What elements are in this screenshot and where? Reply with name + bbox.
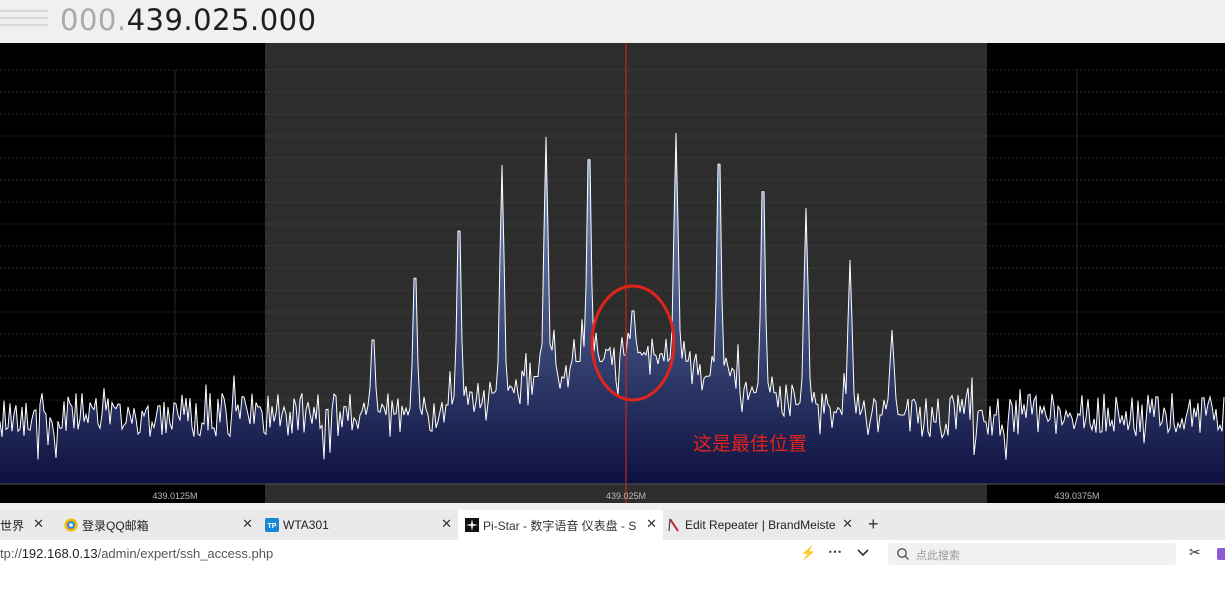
more-icon[interactable]: ⋯ — [828, 543, 842, 560]
close-icon[interactable]: ✕ — [33, 516, 44, 532]
close-icon[interactable]: ✕ — [646, 516, 657, 532]
extension-icon[interactable] — [1217, 548, 1225, 560]
address-bar: tp://192.168.0.13/admin/expert/ssh_acces… — [0, 540, 1225, 568]
scissors-icon[interactable]: ✂ — [1189, 544, 1201, 561]
close-icon[interactable]: ✕ — [441, 516, 452, 532]
tab-label: Pi-Star - 数字语音 仪表盘 - S — [483, 518, 637, 533]
search-icon — [897, 548, 909, 560]
browser-tab-bar: 世界 ✕ 登录QQ邮箱 ✕ TP WTA301 ✕ Pi-Star - 数字语音… — [0, 510, 1225, 540]
tab-world[interactable]: 世界 ✕ — [0, 510, 50, 540]
freq-label-left: 439.0125M — [152, 491, 197, 501]
tab-label: Edit Repeater | BrandMeiste — [685, 518, 836, 532]
url-prefix: tp:// — [0, 546, 22, 561]
frequency-value: 439.025.000 — [126, 3, 317, 37]
tab-brandmeister[interactable]: Edit Repeater | BrandMeiste ✕ — [660, 510, 859, 540]
annotation-text: 这是最佳位置 — [693, 433, 807, 455]
tab-label: WTA301 — [283, 518, 329, 532]
spectrum-display[interactable]: 这是最佳位置 439.0125M 439.025M 439.0375M — [0, 43, 1225, 503]
tab-wta301[interactable]: TP WTA301 ✕ — [259, 510, 458, 540]
svg-text:TP: TP — [268, 523, 277, 530]
frequency-leading-zeros: 000. — [60, 3, 127, 37]
url-path: /admin/expert/ssh_access.php — [97, 546, 274, 561]
drag-handle[interactable] — [0, 10, 48, 32]
new-tab-button[interactable]: + — [868, 514, 879, 535]
search-placeholder: 点此搜索 — [916, 550, 960, 562]
frequency-bar: 000.439.025.000 — [0, 0, 1225, 43]
tab-qq-mail[interactable]: 登录QQ邮箱 ✕ — [58, 510, 259, 540]
chevron-down-icon[interactable] — [857, 549, 869, 557]
tab-label: 登录QQ邮箱 — [82, 518, 149, 533]
url-field[interactable]: tp://192.168.0.13/admin/expert/ssh_acces… — [0, 546, 273, 561]
url-host: 192.168.0.13 — [21, 546, 98, 561]
search-input[interactable]: 点此搜索 — [888, 543, 1176, 565]
tab-label: 世界 — [0, 518, 25, 533]
freq-label-center: 439.025M — [606, 491, 646, 501]
tab-pi-star[interactable]: Pi-Star - 数字语音 仪表盘 - S ✕ — [458, 510, 663, 540]
close-icon[interactable]: ✕ — [242, 516, 253, 532]
qq-mail-icon — [64, 518, 78, 532]
lightning-icon[interactable]: ⚡ — [800, 545, 816, 561]
tp-link-icon: TP — [265, 518, 279, 532]
page-content — [0, 568, 1225, 598]
pi-star-icon — [465, 518, 479, 532]
brandmeister-icon — [668, 518, 679, 532]
frequency-display[interactable]: 000.439.025.000 — [60, 2, 317, 38]
close-icon[interactable]: ✕ — [842, 516, 853, 532]
freq-label-right: 439.0375M — [1054, 491, 1099, 501]
